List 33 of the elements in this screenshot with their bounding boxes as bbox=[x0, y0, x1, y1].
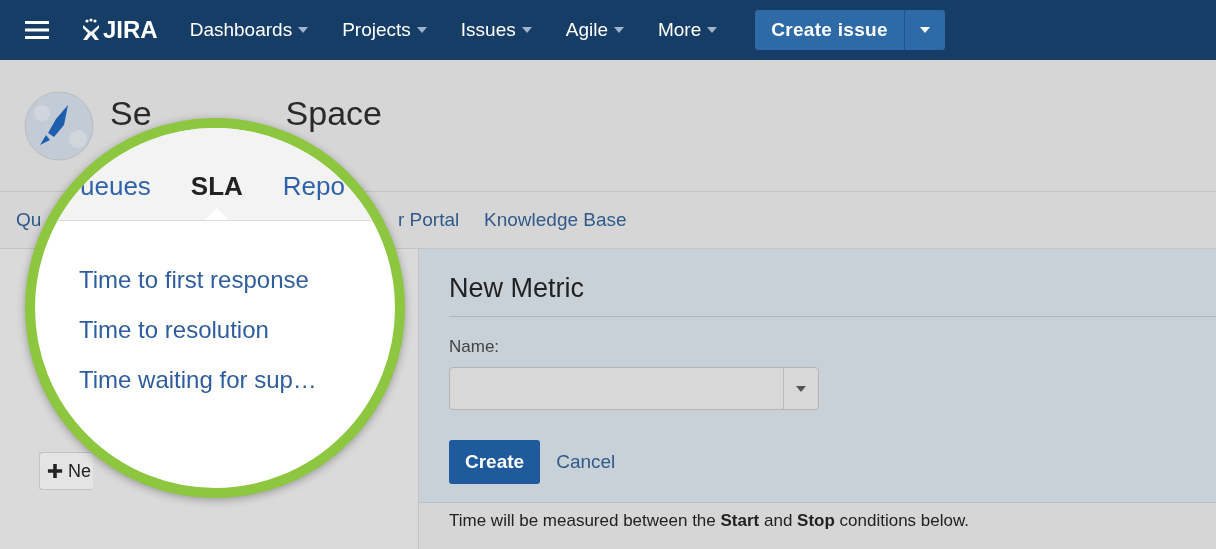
caret-icon bbox=[707, 27, 718, 33]
plus-icon bbox=[47, 463, 63, 479]
menu-icon[interactable] bbox=[25, 20, 49, 40]
logo-icon bbox=[81, 18, 101, 42]
sla-link[interactable]: Time to first response bbox=[79, 266, 395, 294]
field-label: Name: bbox=[449, 337, 501, 357]
tab[interactable]: Repo bbox=[282, 171, 345, 220]
caret-icon bbox=[613, 27, 624, 33]
caret-icon bbox=[298, 27, 309, 33]
caret-icon bbox=[521, 27, 532, 33]
name-select[interactable] bbox=[449, 367, 819, 410]
create-button[interactable]: Create bbox=[449, 440, 541, 484]
new-button[interactable]: Ne bbox=[39, 452, 93, 490]
nav-menu[interactable]: More bbox=[657, 19, 718, 41]
logo-text[interactable]: JIRA bbox=[103, 16, 158, 44]
project-title: Space bbox=[285, 95, 382, 130]
sla-link[interactable]: Time waiting for sup… bbox=[79, 366, 395, 394]
sla-link[interactable]: Time to resolution bbox=[79, 316, 395, 344]
caret-icon bbox=[796, 385, 806, 392]
form-title: New Metric bbox=[449, 273, 1216, 317]
info-text: Time will be measured between the Start and Stop conditions below. bbox=[449, 511, 971, 531]
caret-icon bbox=[919, 27, 930, 33]
cancel-link[interactable]: Cancel bbox=[556, 451, 616, 473]
tab[interactable]: ueues bbox=[80, 171, 151, 220]
tab[interactable]: SLA bbox=[190, 171, 243, 220]
project-title: Se bbox=[110, 95, 152, 130]
subnav-link[interactable]: Knowledge Base bbox=[484, 209, 627, 231]
nav-menu[interactable]: Dashboards bbox=[189, 19, 309, 41]
nav-menu[interactable]: Projects bbox=[342, 19, 427, 41]
nav-menu[interactable]: Agile bbox=[565, 19, 624, 41]
caret-icon bbox=[416, 27, 427, 33]
subnav-link[interactable]: Qu bbox=[16, 209, 42, 231]
nav-menu[interactable]: Issues bbox=[460, 19, 532, 41]
